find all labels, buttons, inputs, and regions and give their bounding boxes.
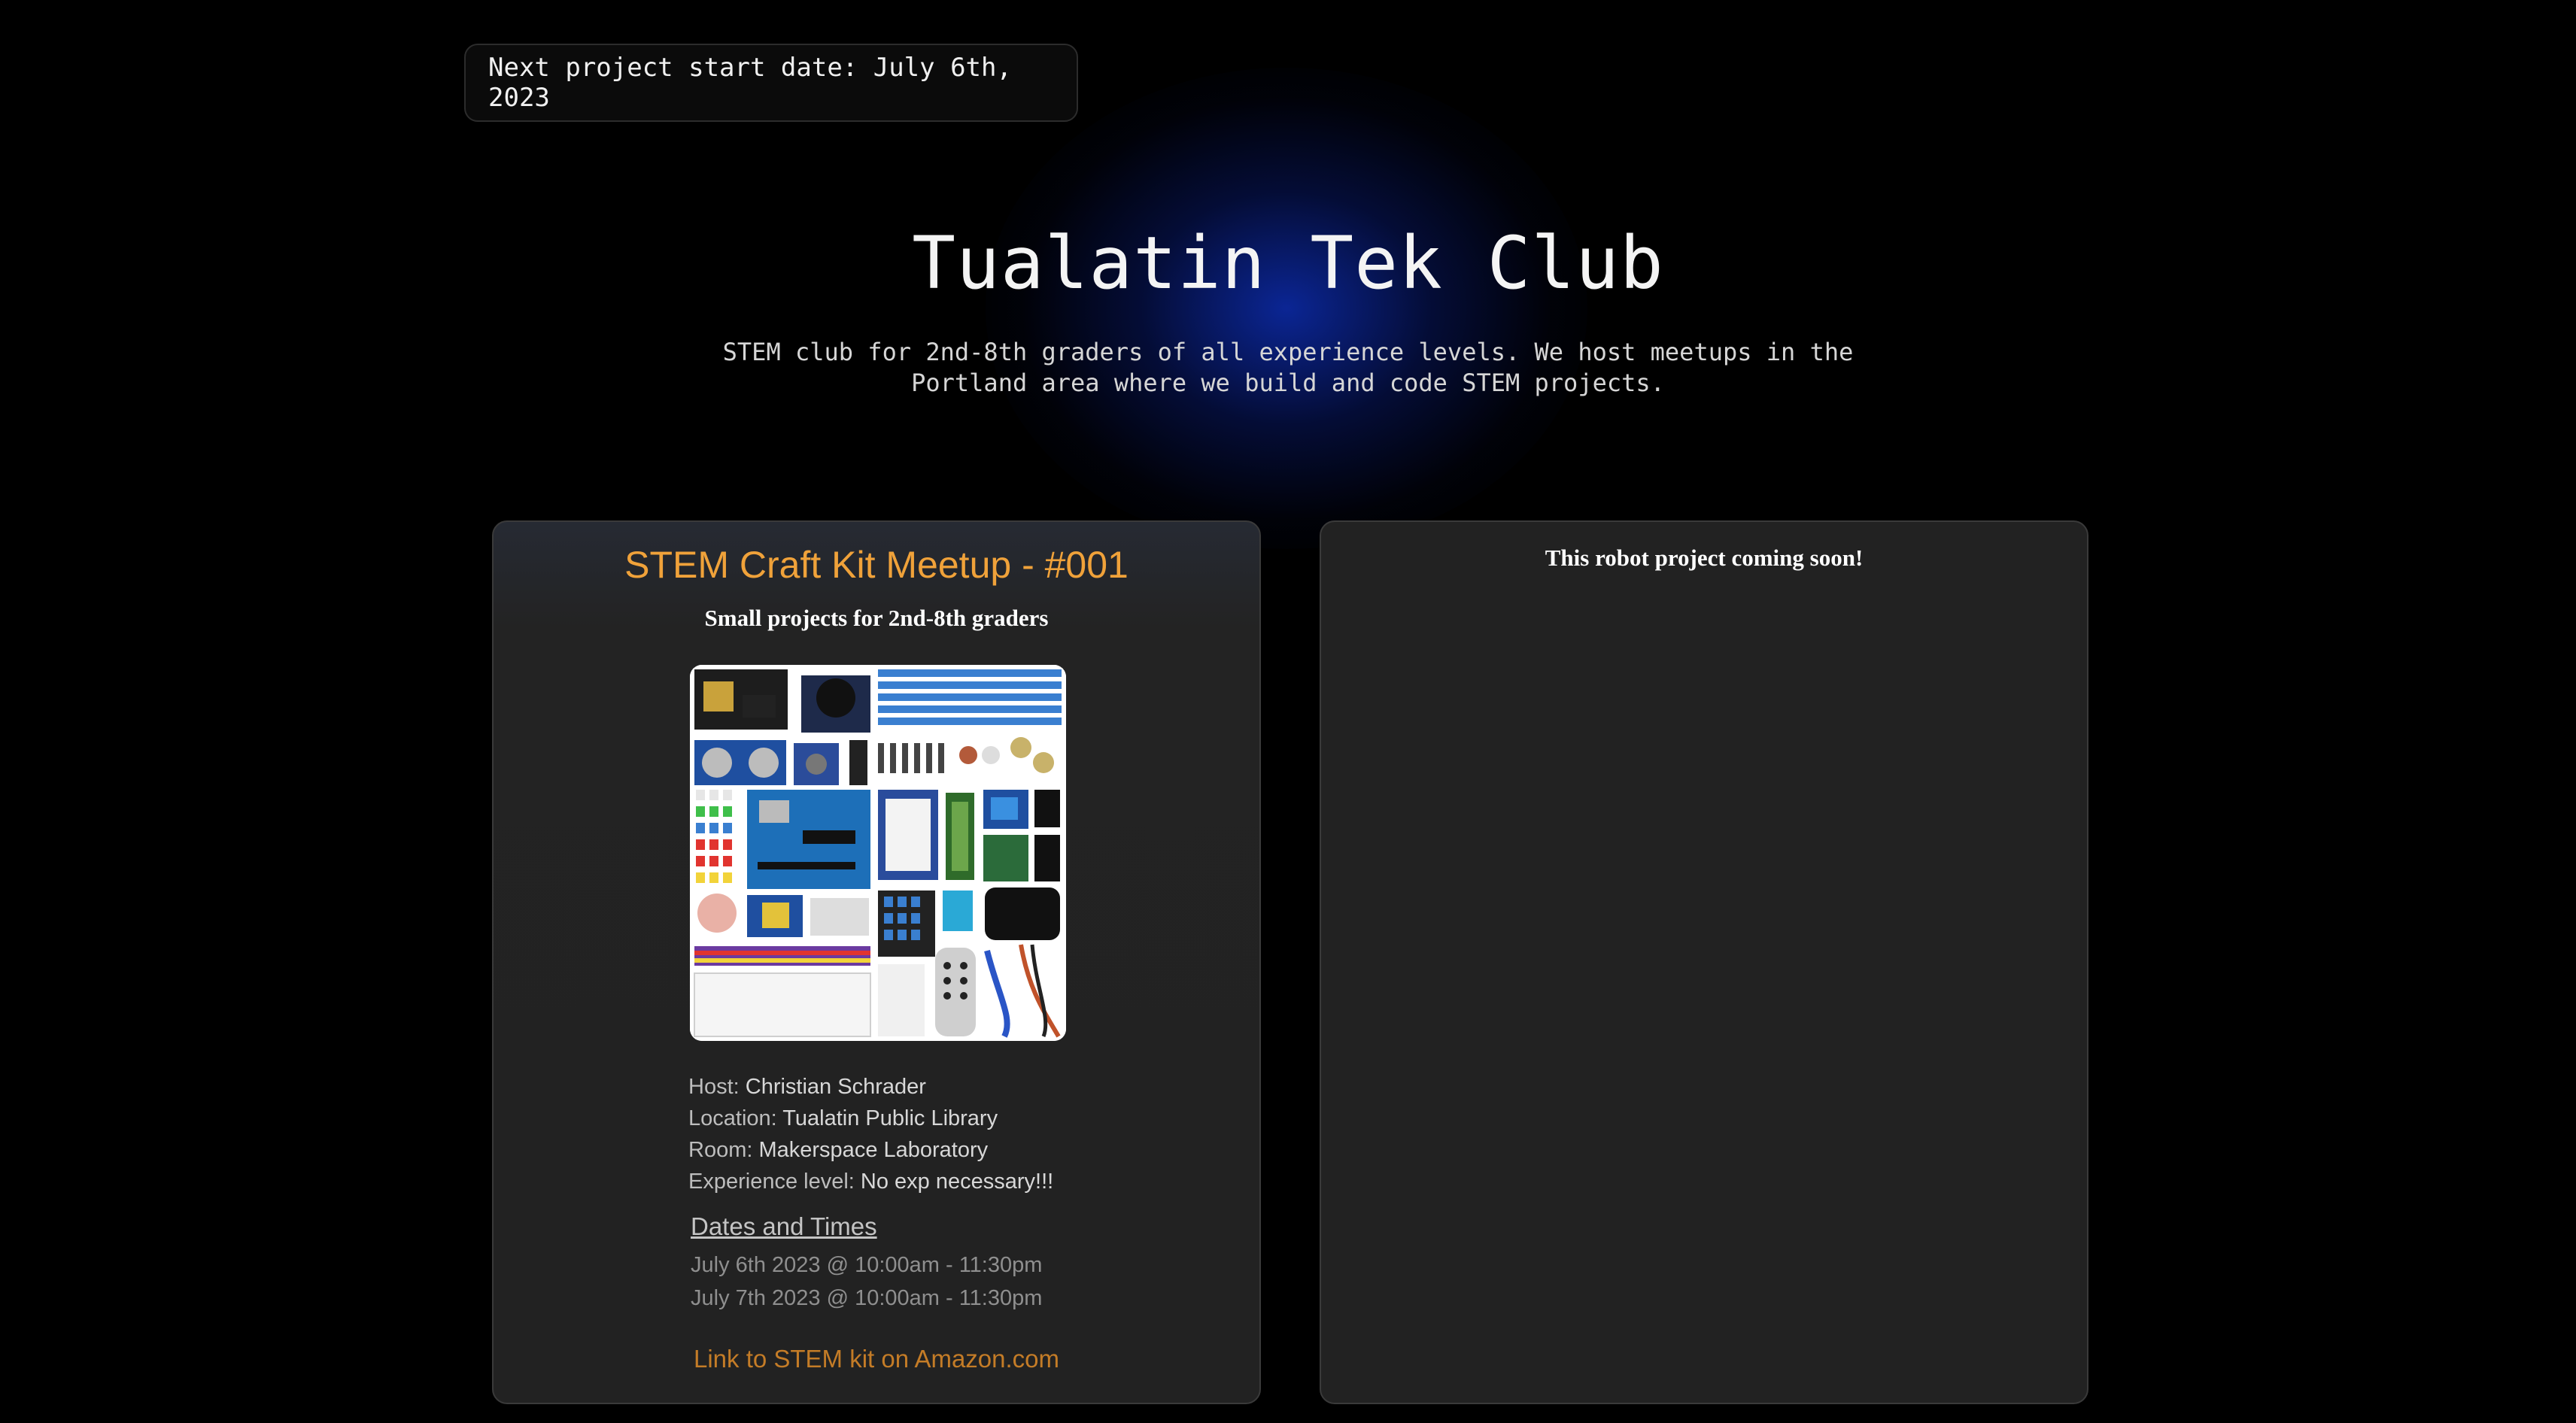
detail-location-value: Tualatin Public Library	[782, 1106, 998, 1130]
meetup-title: STEM Craft Kit Meetup - #001	[624, 544, 1129, 586]
detail-location-label: Location:	[688, 1106, 777, 1130]
dates-list: July 6th 2023 @ 10:00am - 11:30pm July 7…	[691, 1249, 1042, 1315]
stem-kit-image	[690, 665, 1066, 1041]
detail-host: Host: Christian Schrader	[688, 1071, 1053, 1103]
coming-soon-text: This robot project coming soon!	[1545, 545, 1864, 571]
detail-host-value: Christian Schrader	[745, 1075, 926, 1099]
detail-experience: Experience level: No exp necessary!!!	[688, 1166, 1053, 1197]
meetup-card: STEM Craft Kit Meetup - #001 Small proje…	[492, 520, 1261, 1404]
detail-location: Location: Tualatin Public Library	[688, 1103, 1053, 1134]
amazon-kit-link[interactable]: Link to STEM kit on Amazon.com	[494, 1345, 1259, 1373]
meetup-details: Host: Christian Schrader Location: Tuala…	[688, 1071, 1053, 1197]
detail-room-value: Makerspace Laboratory	[758, 1138, 989, 1162]
detail-host-label: Host:	[688, 1075, 740, 1099]
dates-heading: Dates and Times	[691, 1212, 877, 1240]
meetup-subtitle: Small projects for 2nd-8th graders	[704, 605, 1049, 631]
detail-room-label: Room:	[688, 1138, 753, 1162]
detail-room: Room: Makerspace Laboratory	[688, 1134, 1053, 1166]
date-item: July 6th 2023 @ 10:00am - 11:30pm	[691, 1253, 1043, 1277]
robot-project-card: This robot project coming soon!	[1320, 520, 2088, 1404]
site-title: Tualatin Tek Club	[912, 221, 1664, 305]
next-project-banner: Next project start date: July 6th, 2023	[464, 44, 1078, 122]
detail-experience-label: Experience level:	[688, 1170, 855, 1194]
detail-experience-value: No exp necessary!!!	[860, 1170, 1054, 1194]
site-subtitle: STEM club for 2nd-8th graders of all exp…	[722, 338, 1854, 397]
next-project-banner-text: Next project start date: July 6th, 2023	[488, 53, 1012, 113]
date-item: July 7th 2023 @ 10:00am - 11:30pm	[691, 1286, 1043, 1310]
